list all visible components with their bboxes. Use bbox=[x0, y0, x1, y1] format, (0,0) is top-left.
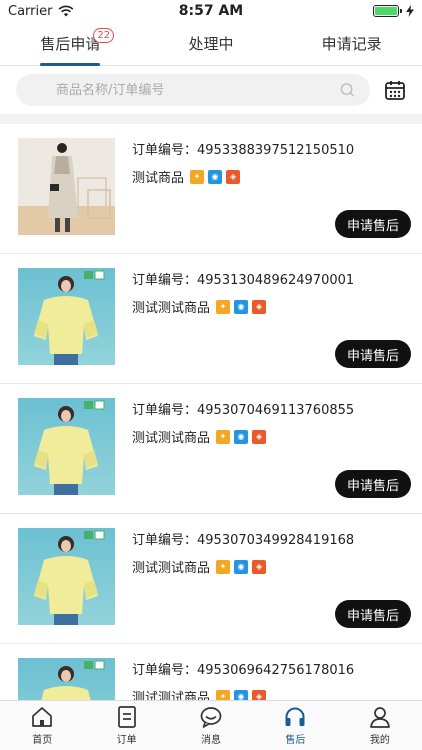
order-icon bbox=[117, 706, 136, 728]
person-tag-icon: ✦ bbox=[216, 559, 231, 574]
headset-icon bbox=[285, 707, 305, 726]
order-item[interactable]: 订单编号：4953070469113760855 测试测试商品 ✦ ◉ ◈ 申请… bbox=[0, 384, 422, 514]
tab-label: 首页 bbox=[32, 735, 53, 746]
tab-home[interactable]: 首页 bbox=[0, 701, 84, 750]
order-item[interactable]: 订单编号：4953130489624970001 测试测试商品 ✦ ◉ ◈ 申请… bbox=[0, 254, 422, 384]
tab-orders[interactable]: 订单 bbox=[84, 701, 168, 750]
product-image bbox=[18, 528, 115, 625]
tab-profile[interactable]: 我的 bbox=[338, 701, 422, 750]
divider bbox=[0, 114, 422, 124]
order-number: 订单编号：4953070469113760855 bbox=[132, 403, 355, 418]
tab-label: 我的 bbox=[369, 735, 390, 746]
product-name: 测试测试商品 bbox=[132, 691, 211, 700]
order-item[interactable]: 订单编号：4953388397512150510 测试商品 ✦ ◉ ◈ 申请售后 bbox=[0, 124, 422, 254]
charging-icon bbox=[406, 5, 414, 17]
tab-label: 申请记录 bbox=[321, 34, 382, 53]
tab-label: 消息 bbox=[201, 735, 222, 746]
battery-icon bbox=[373, 5, 402, 17]
product-image bbox=[18, 268, 115, 365]
shop-tag-icon: ◉ bbox=[234, 429, 249, 444]
product-name: 测试测试商品 bbox=[132, 431, 211, 446]
shop-tag-icon: ◉ bbox=[234, 299, 249, 314]
screen: Carrier 8:57 AM 售后申请 22 处理中 申请记录 商品名称/订单… bbox=[0, 0, 422, 750]
product-name: 测试测试商品 bbox=[132, 301, 211, 316]
order-item[interactable]: 订单编号：4953070349928419168 测试测试商品 ✦ ◉ ◈ 申请… bbox=[0, 514, 422, 644]
bottom-tab-bar: 首页 订单 消息 售后 我的 bbox=[0, 700, 422, 750]
product-thumbnail[interactable] bbox=[18, 528, 115, 625]
gift-tag-icon: ◈ bbox=[252, 299, 267, 314]
gift-tag-icon: ◈ bbox=[252, 689, 267, 700]
product-thumbnail[interactable] bbox=[18, 138, 115, 235]
product-name: 测试商品 bbox=[132, 171, 185, 186]
order-number: 订单编号：4953070349928419168 bbox=[132, 533, 355, 548]
order-number: 订单编号：4953069642756178016 bbox=[132, 663, 355, 678]
status-bar: Carrier 8:57 AM bbox=[0, 0, 422, 22]
apply-after-sale-button[interactable]: 申请售后 bbox=[335, 340, 411, 368]
tab-label: 售后 bbox=[285, 735, 306, 746]
product-row: 测试商品 ✦ ◉ ◈ bbox=[132, 167, 241, 186]
person-tag-icon: ✦ bbox=[216, 689, 231, 700]
shop-tag-icon: ◉ bbox=[208, 169, 223, 184]
apply-after-sale-button[interactable]: 申请售后 bbox=[335, 210, 411, 238]
gift-tag-icon: ◈ bbox=[226, 169, 241, 184]
order-list[interactable]: 订单编号：4953388397512150510 测试商品 ✦ ◉ ◈ 申请售后… bbox=[0, 124, 422, 700]
wifi-icon bbox=[59, 5, 74, 17]
tab-label: 处理中 bbox=[188, 34, 234, 53]
product-thumbnail[interactable] bbox=[18, 398, 115, 495]
product-image bbox=[18, 398, 115, 495]
product-thumbnail[interactable] bbox=[18, 268, 115, 365]
calendar-icon[interactable] bbox=[384, 79, 406, 101]
tab-label: 售后申请 bbox=[40, 34, 101, 53]
product-row: 测试测试商品 ✦ ◉ ◈ bbox=[132, 687, 267, 700]
profile-icon bbox=[369, 707, 390, 728]
tab-records[interactable]: 申请记录 bbox=[292, 22, 412, 66]
tab-label: 订单 bbox=[116, 735, 137, 746]
gift-tag-icon: ◈ bbox=[252, 429, 267, 444]
apply-after-sale-button[interactable]: 申请售后 bbox=[335, 600, 411, 628]
apply-after-sale-button[interactable]: 申请售后 bbox=[335, 470, 411, 498]
tab-processing[interactable]: 处理中 bbox=[151, 22, 271, 66]
home-icon bbox=[32, 707, 53, 727]
product-row: 测试测试商品 ✦ ◉ ◈ bbox=[132, 297, 267, 316]
person-tag-icon: ✦ bbox=[216, 299, 231, 314]
search-row bbox=[0, 66, 422, 114]
tab-messages[interactable]: 消息 bbox=[169, 701, 253, 750]
gift-tag-icon: ◈ bbox=[252, 559, 267, 574]
count-badge: 22 bbox=[93, 27, 115, 43]
product-row: 测试测试商品 ✦ ◉ ◈ bbox=[132, 427, 267, 446]
product-image bbox=[18, 138, 115, 235]
order-item[interactable]: 订单编号：4953069642756178016 测试测试商品 ✦ ◉ ◈ 申请… bbox=[0, 644, 422, 700]
message-icon bbox=[200, 707, 222, 728]
person-tag-icon: ✦ bbox=[216, 429, 231, 444]
person-tag-icon: ✦ bbox=[190, 169, 205, 184]
search-icon[interactable] bbox=[339, 81, 356, 99]
order-number: 订单编号：4953130489624970001 bbox=[132, 273, 355, 288]
shop-tag-icon: ◉ bbox=[234, 689, 249, 700]
tab-after-sale[interactable]: 售后 bbox=[253, 701, 337, 750]
product-name: 测试测试商品 bbox=[132, 561, 211, 576]
shop-tag-icon: ◉ bbox=[234, 559, 249, 574]
search-box[interactable] bbox=[16, 74, 370, 106]
search-input[interactable] bbox=[56, 82, 340, 98]
order-number: 订单编号：4953388397512150510 bbox=[132, 143, 355, 158]
product-row: 测试测试商品 ✦ ◉ ◈ bbox=[132, 557, 267, 576]
product-image bbox=[18, 658, 115, 700]
carrier-label: Carrier bbox=[8, 3, 53, 19]
tab-after-sale-apply[interactable]: 售后申请 22 bbox=[10, 22, 130, 66]
product-thumbnail[interactable] bbox=[18, 658, 115, 700]
tab-bar-top: 售后申请 22 处理中 申请记录 bbox=[0, 22, 422, 66]
